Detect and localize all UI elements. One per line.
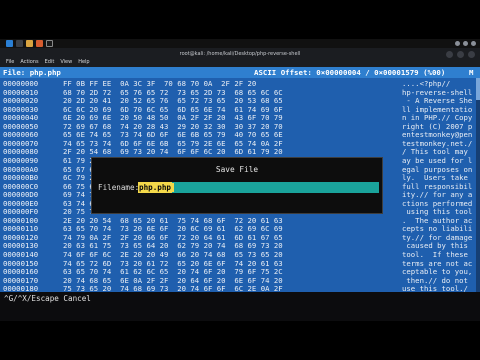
cancel-hint: ^G/^X/Escape Cancel (4, 294, 91, 303)
terminal-launcher-icon[interactable] (16, 40, 23, 47)
text-cursor (171, 183, 174, 192)
volume-icon[interactable] (463, 41, 468, 46)
ascii-offset-label: ASCII Offset: 0×00000004 / 0×00001579 (%… (254, 68, 446, 77)
scrollbar-track[interactable] (476, 78, 480, 292)
hex-row[interactable]: 00000180 75 73 65 20 74 68 69 73 20 74 6F… (0, 284, 480, 292)
folder-launcher-icon[interactable] (26, 40, 33, 47)
menu-view[interactable]: View (60, 58, 72, 67)
filename-value: php.php (138, 182, 173, 193)
browser-launcher-icon[interactable] (36, 40, 43, 47)
menu-file[interactable]: File (6, 58, 14, 67)
hex-row-offset: 00000180 (3, 284, 39, 292)
battery-icon[interactable] (471, 41, 476, 46)
hex-row-bytes: 75 73 65 20 74 68 69 73 20 74 6F 6F 6C 2… (63, 284, 283, 292)
window-controls (446, 51, 475, 58)
hexedit-status-bar: File: php.php ASCII Offset: 0×00000004 /… (0, 67, 480, 78)
kali-menu-icon[interactable] (6, 40, 13, 47)
system-tray (455, 40, 476, 46)
key-hint-bar: ^G/^X/Escape Cancel (0, 292, 480, 305)
menu-actions[interactable]: Actions (20, 58, 38, 67)
taskbar (0, 39, 480, 48)
minimize-button[interactable] (446, 51, 453, 58)
taskbar-launchers (6, 40, 53, 47)
menu-help[interactable]: Help (78, 58, 89, 67)
dialog-title: Save File (215, 165, 259, 174)
mode-indicator: M (469, 68, 474, 77)
save-file-dialog: Save File Filename: php.php (91, 157, 383, 214)
scrollbar-thumb[interactable] (476, 78, 480, 100)
close-button[interactable] (468, 51, 475, 58)
network-icon[interactable] (455, 41, 460, 46)
filename-input[interactable]: php.php (138, 182, 379, 193)
filename-label: Filename: (98, 183, 140, 192)
window-title: root@kali: /home/kali/Desktop/php-revers… (179, 51, 301, 57)
menubar: File Actions Edit View Help (0, 58, 480, 67)
menu-edit[interactable]: Edit (45, 58, 55, 67)
hex-row-ascii: use this tool./ (402, 284, 468, 292)
terminal-active-icon[interactable] (46, 40, 53, 47)
file-name-label: File: php.php (3, 68, 61, 77)
maximize-button[interactable] (457, 51, 464, 58)
